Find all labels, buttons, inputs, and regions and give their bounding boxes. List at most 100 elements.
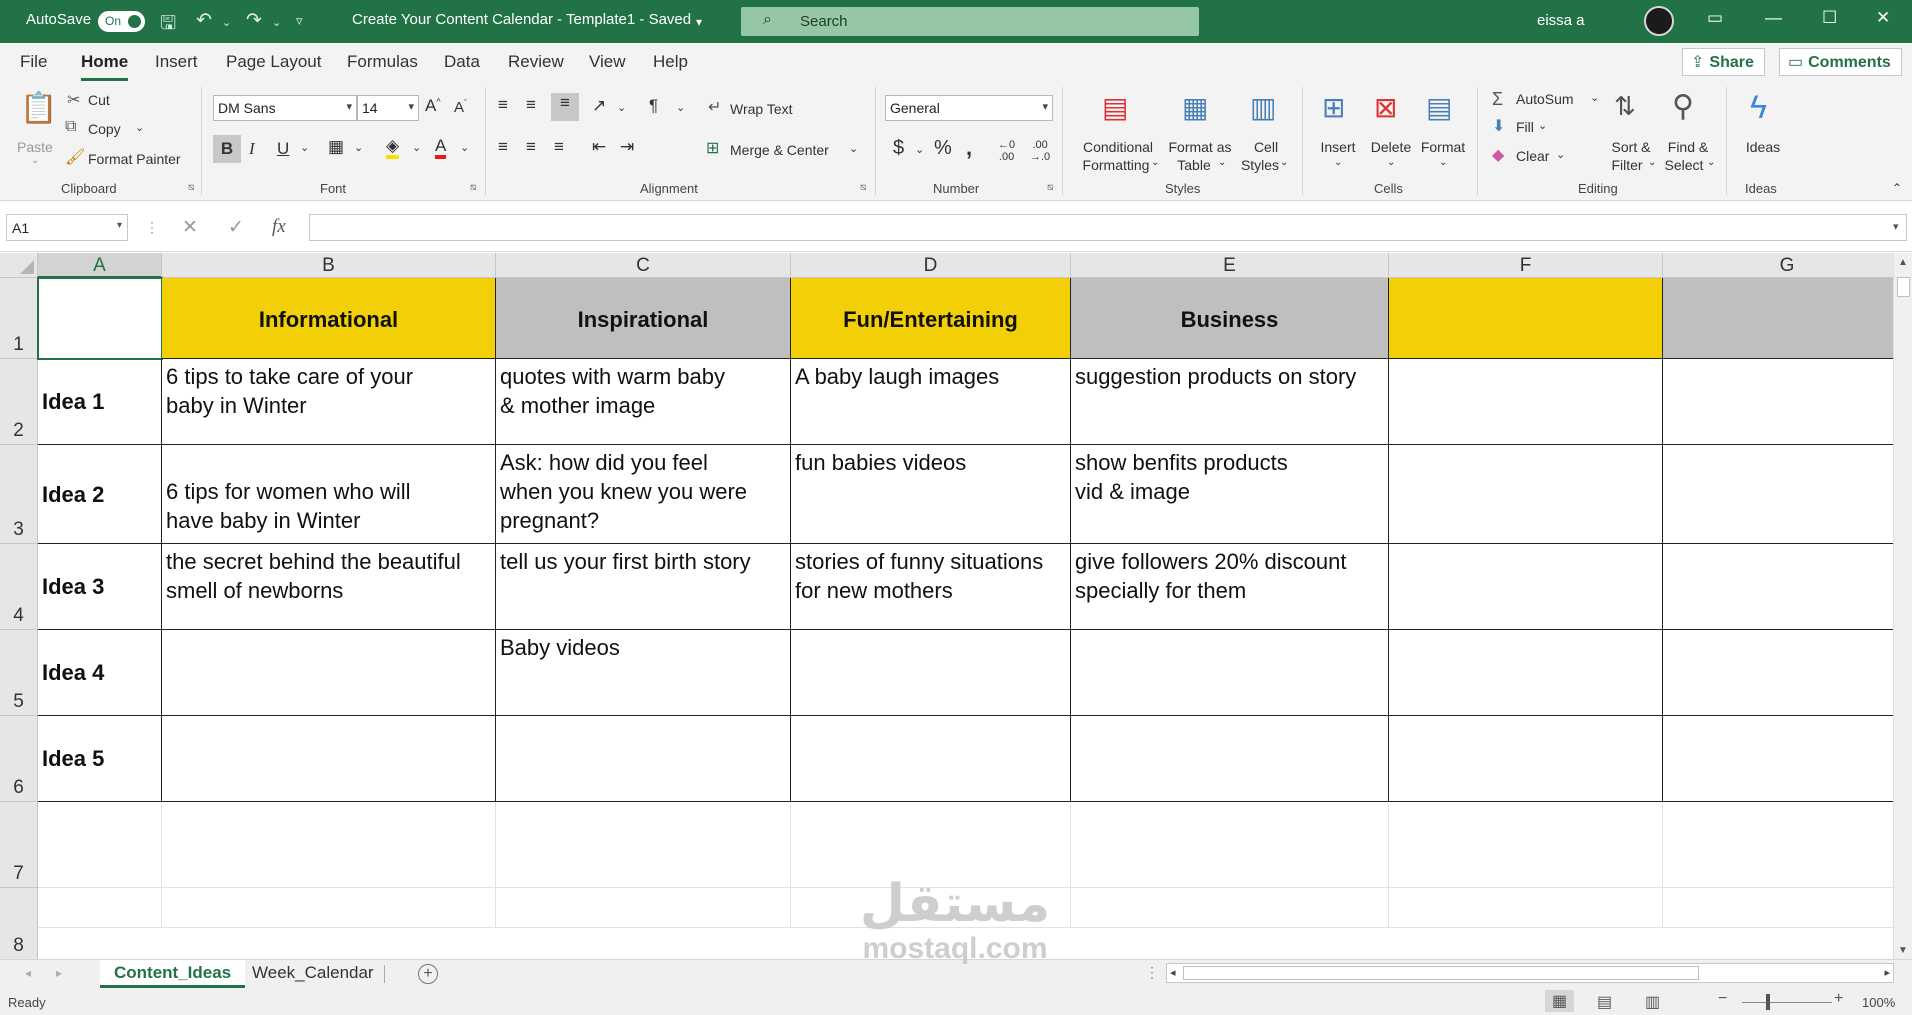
- format-as-table-button[interactable]: ▦ Format as Table ⌄: [1164, 89, 1236, 179]
- tab-page-layout[interactable]: Page Layout: [226, 52, 321, 72]
- cell-g7[interactable]: [1663, 802, 1912, 888]
- cell-f6[interactable]: [1389, 716, 1663, 802]
- zoom-in-icon[interactable]: +: [1834, 990, 1843, 1008]
- cell-e7[interactable]: [1071, 802, 1389, 888]
- cell-e5[interactable]: [1071, 630, 1389, 716]
- cell-e1[interactable]: Business: [1071, 278, 1389, 359]
- tab-home[interactable]: Home: [81, 52, 129, 81]
- format-cells-button[interactable]: ▤ Format ⌄: [1418, 89, 1468, 179]
- column-header-b[interactable]: B: [162, 253, 496, 278]
- zoom-slider-thumb[interactable]: [1766, 994, 1770, 1010]
- row-label[interactable]: Idea 4: [38, 630, 162, 716]
- italic-button[interactable]: I: [249, 139, 255, 159]
- comma-style-icon[interactable]: ,: [966, 135, 972, 161]
- alignment-launcher-icon[interactable]: ⧅: [860, 182, 866, 193]
- cell-c6[interactable]: [496, 716, 791, 802]
- decrease-decimal-icon[interactable]: .00 →.0: [1030, 139, 1050, 163]
- copy-icon[interactable]: ⧉: [65, 118, 76, 136]
- cell-d6[interactable]: [791, 716, 1071, 802]
- font-color-icon[interactable]: A: [435, 136, 447, 159]
- cell-b4[interactable]: the secret behind the beautiful smell of…: [162, 544, 496, 630]
- column-header-a[interactable]: A: [38, 253, 162, 278]
- title-dropdown-icon[interactable]: ▾: [696, 15, 702, 29]
- cut-button[interactable]: Cut: [88, 92, 110, 108]
- bold-button[interactable]: B: [213, 135, 241, 163]
- text-direction-icon[interactable]: ¶: [649, 96, 658, 116]
- sort-filter-button[interactable]: ⇅ Sort & Filter ⌄: [1606, 89, 1656, 179]
- scroll-left-icon[interactable]: ◂: [1170, 966, 1176, 979]
- cell-g2[interactable]: [1663, 359, 1912, 445]
- cell-styles-button[interactable]: ▥ Cell Styles ⌄: [1238, 89, 1294, 179]
- cell-e3[interactable]: show benfits products vid & image: [1071, 445, 1389, 544]
- cell-c8[interactable]: [496, 888, 791, 928]
- expand-formula-icon[interactable]: ▾: [1893, 220, 1899, 233]
- clear-dropdown-icon[interactable]: ⌄: [1556, 148, 1565, 161]
- cell-a7[interactable]: [38, 802, 162, 888]
- enter-icon[interactable]: ✓: [228, 216, 244, 239]
- increase-indent-icon[interactable]: ⇥: [620, 137, 634, 157]
- row-header-5[interactable]: 5: [0, 630, 38, 716]
- cell-f1[interactable]: [1389, 278, 1663, 359]
- cell-g5[interactable]: [1663, 630, 1912, 716]
- tab-help[interactable]: Help: [653, 52, 688, 72]
- borders-dropdown-icon[interactable]: ⌄: [354, 141, 363, 154]
- row-header-7[interactable]: 7: [0, 802, 38, 888]
- format-painter-icon[interactable]: 🖌: [65, 147, 85, 167]
- maximize-icon[interactable]: ☐: [1822, 8, 1837, 28]
- find-select-button[interactable]: ⚲ Find & Select ⌄: [1660, 89, 1716, 179]
- number-format-select[interactable]: General ▾: [885, 95, 1053, 121]
- align-bottom-icon[interactable]: ≡: [551, 93, 579, 121]
- fill-icon[interactable]: ⬇: [1492, 116, 1505, 136]
- copy-button[interactable]: Copy: [88, 121, 121, 137]
- wrap-text-button[interactable]: Wrap Text: [730, 101, 793, 117]
- tab-insert[interactable]: Insert: [155, 52, 198, 72]
- add-sheet-button[interactable]: +: [418, 964, 438, 984]
- fill-dropdown-icon[interactable]: ⌄: [1538, 119, 1547, 132]
- row-label[interactable]: Idea 1: [38, 359, 162, 445]
- ideas-button[interactable]: ϟ Ideas: [1738, 89, 1788, 179]
- row-header-3[interactable]: 3: [0, 445, 38, 544]
- row-header-6[interactable]: 6: [0, 716, 38, 802]
- merge-center-icon[interactable]: ⊞: [706, 138, 719, 158]
- sheet-tab-week-calendar[interactable]: Week_Calendar: [238, 960, 388, 988]
- column-header-f[interactable]: F: [1389, 253, 1663, 278]
- cell-g8[interactable]: [1663, 888, 1912, 928]
- tab-view[interactable]: View: [589, 52, 626, 72]
- cell-d4[interactable]: stories of funny situations for new moth…: [791, 544, 1071, 630]
- increase-font-icon[interactable]: A^: [425, 96, 441, 116]
- prev-sheet-icon[interactable]: ◂: [25, 966, 31, 980]
- redo-icon[interactable]: ↷: [246, 9, 262, 32]
- minimize-icon[interactable]: —: [1765, 8, 1782, 28]
- cancel-icon[interactable]: ✕: [182, 216, 198, 239]
- font-size-select[interactable]: 14 ▾: [357, 95, 419, 121]
- column-header-e[interactable]: E: [1071, 253, 1389, 278]
- delete-cells-button[interactable]: ⊠ Delete ⌄: [1366, 89, 1416, 179]
- currency-icon[interactable]: $: [893, 137, 904, 160]
- formula-input[interactable]: [309, 214, 1907, 241]
- cell-c3[interactable]: Ask: how did you feel when you knew you …: [496, 445, 791, 544]
- row-header-4[interactable]: 4: [0, 544, 38, 630]
- cell-g4[interactable]: [1663, 544, 1912, 630]
- font-name-select[interactable]: DM Sans ▾: [213, 95, 357, 121]
- cell-f2[interactable]: [1389, 359, 1663, 445]
- tab-formulas[interactable]: Formulas: [347, 52, 418, 72]
- paste-button[interactable]: 📋 Paste ⌄: [14, 89, 60, 169]
- cell-d1[interactable]: Fun/Entertaining: [791, 278, 1071, 359]
- tab-file[interactable]: File: [20, 52, 47, 72]
- next-sheet-icon[interactable]: ▸: [56, 966, 62, 980]
- page-break-view-icon[interactable]: ▥: [1645, 992, 1660, 1012]
- align-center-icon[interactable]: ≡: [526, 137, 536, 157]
- currency-dropdown-icon[interactable]: ⌄: [915, 143, 924, 156]
- cell-e6[interactable]: [1071, 716, 1389, 802]
- horizontal-scrollbar[interactable]: ◂ ▸: [1166, 963, 1894, 983]
- cell-d2[interactable]: A baby laugh images: [791, 359, 1071, 445]
- wrap-text-icon[interactable]: ↵: [708, 97, 721, 117]
- cell-b8[interactable]: [162, 888, 496, 928]
- autosave-toggle[interactable]: On: [98, 11, 145, 32]
- cell-b7[interactable]: [162, 802, 496, 888]
- cell-f7[interactable]: [1389, 802, 1663, 888]
- fill-color-icon[interactable]: ◈: [386, 137, 400, 159]
- percent-icon[interactable]: %: [934, 137, 952, 160]
- search-box[interactable]: ⌕ Search: [741, 7, 1199, 36]
- cell-g6[interactable]: [1663, 716, 1912, 802]
